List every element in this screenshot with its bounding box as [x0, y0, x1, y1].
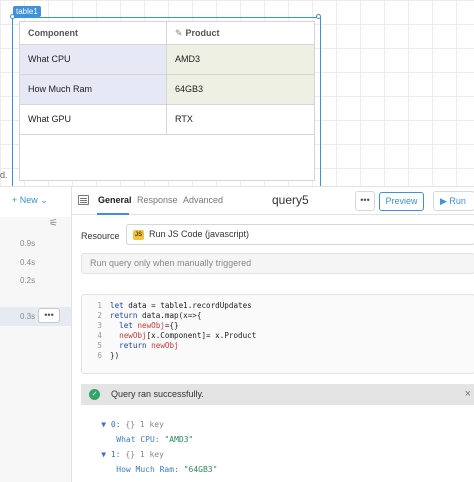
status-message: Query ran successfully. — [111, 389, 204, 399]
query-time: 0.9s — [20, 239, 36, 248]
tab-advanced[interactable]: Advanced — [183, 195, 223, 205]
line-numbers: 123456 — [97, 301, 102, 360]
run-button[interactable]: ▶ Run — [433, 191, 474, 211]
query-editor: General Response Advanced query5 ••• Pre… — [71, 186, 474, 482]
table-cell[interactable]: 64GB3 — [167, 75, 314, 104]
code-lines: let data = table1.recordUpdates return da… — [110, 301, 256, 361]
query-time: 0.3s — [20, 312, 36, 321]
active-tab-indicator — [97, 213, 129, 215]
output-entry: How Much Ram: "64GB3" — [116, 465, 218, 474]
resize-handle[interactable] — [316, 14, 321, 19]
close-icon[interactable]: × — [465, 384, 471, 405]
table-row[interactable]: What GPU RTX — [20, 105, 314, 135]
query-list — [0, 217, 71, 482]
app-canvas: table1 Component ✎ Product What CPU AMD3 … — [0, 0, 474, 189]
tab-response[interactable]: Response — [137, 195, 178, 205]
table-tag[interactable]: table1 — [13, 6, 41, 17]
resource-value: Run JS Code (javascript) — [149, 229, 250, 239]
tab-general[interactable]: General — [98, 195, 132, 205]
filter-icon[interactable]: ⚟ — [49, 218, 58, 229]
list-icon[interactable] — [78, 195, 89, 205]
code-line: return data.map(x=>{ — [110, 311, 202, 320]
query-time: 0.4s — [20, 258, 36, 267]
preview-button[interactable]: Preview — [379, 192, 424, 211]
table-cell[interactable]: How Much Ram — [20, 75, 167, 104]
query-more-button[interactable]: ••• — [38, 308, 60, 323]
resource-select[interactable]: JS Run JS Code (javascript) — [126, 224, 474, 245]
more-button[interactable]: ••• — [355, 191, 375, 211]
code-line: let data = table1.recordUpdates — [110, 301, 252, 310]
canvas-side-text: d. — [0, 170, 8, 180]
status-banner: ✓ Query ran successfully. × — [81, 384, 474, 405]
code-line: return newObj — [119, 341, 179, 350]
column-header-product[interactable]: ✎ Product — [167, 22, 314, 45]
editor-tabs: General Response Advanced query5 ••• Pre… — [72, 187, 474, 215]
table-row[interactable]: How Much Ram 64GB3 — [20, 75, 314, 105]
code-line: newObj[x.Component]= x.Product — [119, 331, 257, 340]
table-cell[interactable]: What GPU — [20, 105, 167, 134]
trigger-select[interactable]: Run query only when manually triggered — [81, 253, 474, 274]
table-cell[interactable]: What CPU — [20, 45, 167, 74]
table1: Component ✎ Product What CPU AMD3 How Muc… — [19, 21, 315, 181]
column-header-component[interactable]: Component — [20, 22, 167, 45]
resource-label: Resource — [81, 231, 120, 241]
resize-handle[interactable] — [10, 14, 15, 19]
selected-query-item[interactable] — [0, 307, 71, 326]
pencil-icon: ✎ — [175, 28, 183, 38]
code-line: let newObj={} — [119, 321, 179, 330]
javascript-icon: JS — [133, 230, 144, 240]
chevron-down-icon: ⌄ — [40, 195, 48, 205]
query-name[interactable]: query5 — [272, 193, 309, 207]
table-cell[interactable]: AMD3 — [167, 45, 314, 74]
query-time: 0.2s — [20, 276, 36, 285]
table-row[interactable]: What CPU AMD3 — [20, 45, 314, 75]
new-query-button[interactable]: + New ⌄ — [6, 191, 59, 209]
table-cell[interactable]: RTX — [167, 105, 314, 134]
code-line: }) — [110, 351, 120, 360]
check-icon: ✓ — [89, 389, 100, 400]
code-editor[interactable]: 123456 let data = table1.recordUpdates re… — [81, 294, 474, 374]
